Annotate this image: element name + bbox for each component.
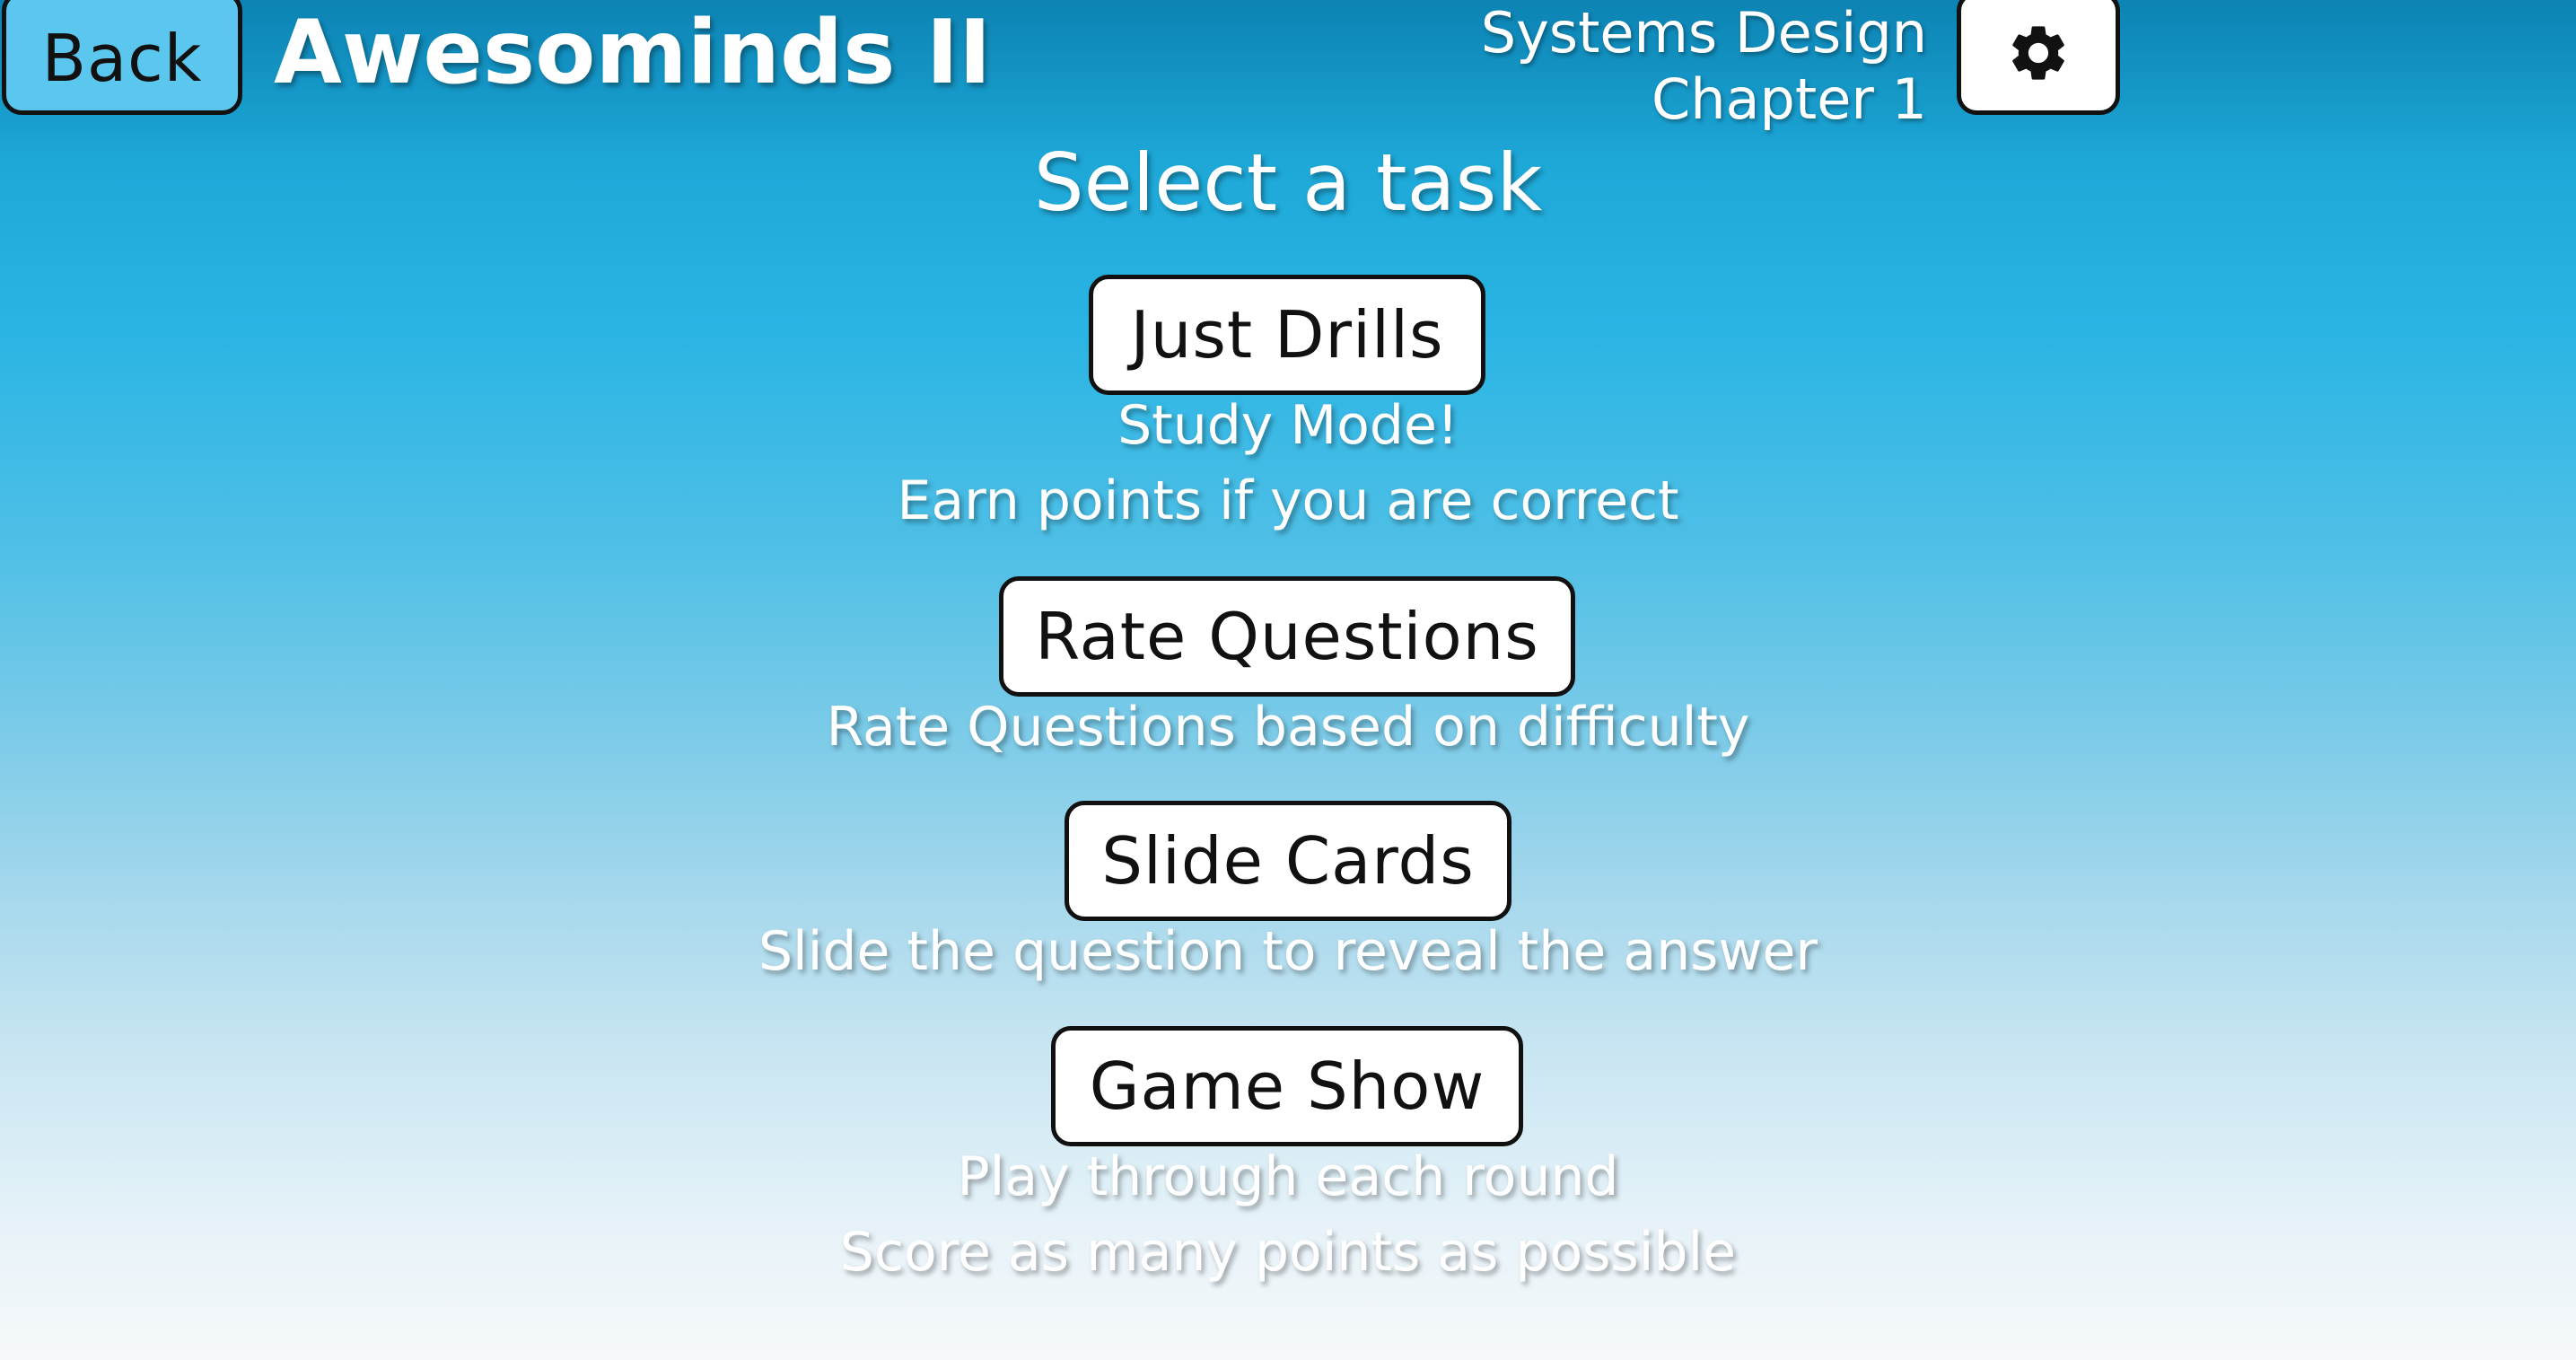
slide-cards-label: Slide Cards [1101, 823, 1475, 899]
game-show-description: Play through each round Score as many po… [0, 1139, 2576, 1290]
rate-questions-description: Rate Questions based on difficulty [0, 689, 2576, 765]
back-button[interactable]: Back [2, 0, 242, 115]
description-line: Play through each round [957, 1145, 1619, 1208]
page-heading: Select a task [1033, 136, 1543, 229]
game-show-button[interactable]: Game Show [1051, 1026, 1523, 1146]
slide-cards-description: Slide the question to reveal the answer [0, 914, 2576, 989]
just-drills-description: Study Mode! Earn points if you are corre… [0, 388, 2576, 539]
description-line: Slide the question to reveal the answer [758, 920, 1818, 983]
back-button-label: Back [41, 21, 203, 96]
game-show-label: Game Show [1089, 1049, 1485, 1124]
app-title: Awesominds II [274, 2, 992, 104]
settings-button[interactable] [1957, 0, 2120, 115]
chapter-name: Chapter 1 [1651, 66, 1927, 132]
description-line: Rate Questions based on difficulty [826, 696, 1750, 759]
just-drills-label: Just Drills [1130, 297, 1444, 373]
rate-questions-button[interactable]: Rate Questions [999, 576, 1575, 697]
course-info: Systems Design Chapter 1 [1481, 0, 1927, 133]
slide-cards-button[interactable]: Slide Cards [1065, 801, 1511, 921]
just-drills-button[interactable]: Just Drills [1089, 275, 1485, 395]
description-line: Study Mode! [1117, 394, 1459, 457]
gear-icon [2012, 26, 2064, 80]
description-line: Earn points if you are correct [897, 469, 1679, 532]
rate-questions-label: Rate Questions [1035, 599, 1539, 674]
description-line: Score as many points as possible [839, 1221, 1737, 1284]
course-name: Systems Design [1480, 0, 1927, 66]
